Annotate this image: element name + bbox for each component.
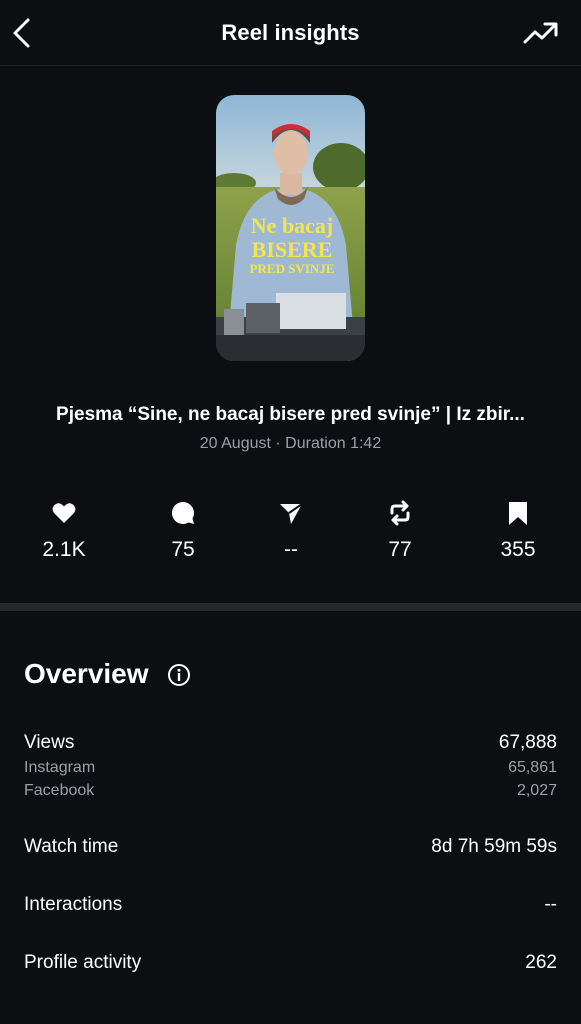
thumbnail-line-2: BISERE bbox=[252, 237, 333, 262]
info-icon[interactable] bbox=[167, 663, 191, 687]
watch-time-label: Watch time bbox=[24, 836, 119, 857]
thumbnail-line-3: PRED SVINJE bbox=[250, 261, 335, 276]
top-bar: Reel insights bbox=[0, 0, 581, 66]
comment-icon bbox=[138, 500, 228, 530]
comments-count: 75 bbox=[171, 538, 195, 561]
profile-activity-row[interactable]: Profile activity 262 bbox=[24, 952, 557, 974]
instagram-value: 65,861 bbox=[508, 759, 557, 776]
watch-time-row[interactable]: Watch time 8d 7h 59m 59s bbox=[24, 836, 557, 858]
facebook-row: Facebook 2,027 bbox=[24, 782, 557, 800]
saves-count: 355 bbox=[500, 538, 536, 561]
stat-shares: -- bbox=[246, 500, 336, 562]
stat-likes: 2.1K bbox=[19, 500, 109, 562]
reel-title: Pjesma “Sine, ne bacaj bisere pred svinj… bbox=[56, 404, 525, 425]
views-value: 67,888 bbox=[498, 732, 557, 753]
trending-up-icon bbox=[523, 22, 558, 44]
interactions-value: -- bbox=[544, 894, 557, 915]
engagement-stats: 2.1K 75 -- 77 355 bbox=[0, 500, 581, 570]
instagram-row: Instagram 65,861 bbox=[24, 759, 557, 777]
repost-icon bbox=[355, 500, 445, 530]
reel-meta: 20 August · Duration 1:42 bbox=[199, 435, 382, 452]
profile-activity-value: 262 bbox=[525, 952, 557, 973]
reposts-count: 77 bbox=[388, 538, 412, 561]
bookmark-icon bbox=[473, 500, 563, 530]
views-row[interactable]: Views 67,888 bbox=[24, 732, 557, 754]
views-label: Views bbox=[24, 732, 75, 753]
heart-icon bbox=[19, 500, 109, 530]
watch-time-value: 8d 7h 59m 59s bbox=[431, 836, 557, 857]
share-icon bbox=[246, 500, 336, 530]
page-title: Reel insights bbox=[221, 20, 360, 45]
stat-saves: 355 bbox=[473, 500, 563, 562]
shares-count: -- bbox=[284, 538, 298, 561]
likes-count: 2.1K bbox=[42, 538, 86, 561]
facebook-label: Facebook bbox=[24, 782, 95, 799]
interactions-row[interactable]: Interactions -- bbox=[24, 894, 557, 916]
profile-activity-label: Profile activity bbox=[24, 952, 142, 973]
trends-button[interactable] bbox=[523, 18, 559, 48]
reel-insights-screen: Reel insights Ne bacaj BISERE PRED SVINJ… bbox=[0, 0, 581, 1024]
stat-comments: 75 bbox=[138, 500, 228, 562]
reel-thumbnail[interactable]: Ne bacaj BISERE PRED SVINJE bbox=[216, 95, 365, 361]
overview-heading: Overview bbox=[24, 658, 149, 689]
facebook-value: 2,027 bbox=[516, 782, 557, 799]
stat-reposts: 77 bbox=[355, 500, 445, 562]
section-divider bbox=[0, 603, 581, 611]
instagram-label: Instagram bbox=[24, 759, 96, 776]
thumbnail-line-1: Ne bacaj bbox=[251, 213, 333, 238]
interactions-label: Interactions bbox=[24, 894, 123, 915]
